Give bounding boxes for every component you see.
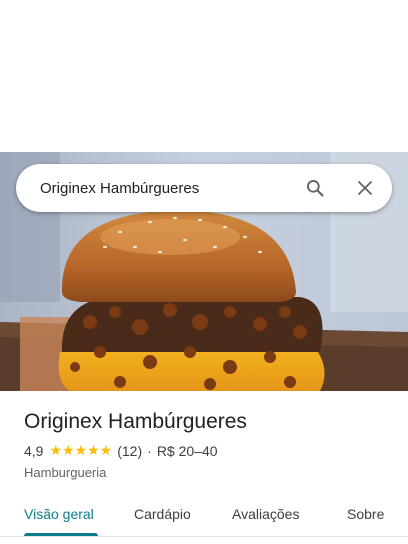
place-info: Originex Hambúrgueres 4,9 ★★★★★ (12) · R… (24, 408, 394, 480)
rating-row: 4,9 ★★★★★ (12) · R$ 20–40 (24, 442, 394, 459)
separator: · (147, 442, 152, 459)
place-name: Originex Hambúrgueres (24, 410, 247, 433)
tab-menu[interactable]: Cardápio (134, 506, 191, 522)
tabs-divider (0, 536, 408, 537)
search-bar[interactable]: Originex Hambúrgueres (16, 164, 392, 212)
tab-reviews[interactable]: Avaliações (232, 506, 299, 522)
place-tabs: Visão geral Cardápio Avaliações Sobre (0, 496, 408, 536)
search-icon[interactable] (303, 176, 327, 200)
place-category: Hamburgueria (24, 465, 107, 480)
blank-map-area (0, 0, 408, 152)
rating-stars: ★★★★★ (49, 442, 113, 458)
tab-overview[interactable]: Visão geral (24, 506, 94, 522)
price-range: R$ 20–40 (156, 442, 218, 459)
close-icon[interactable] (353, 176, 377, 200)
tab-about[interactable]: Sobre (347, 506, 384, 522)
rating-value: 4,9 (24, 442, 44, 459)
search-query[interactable]: Originex Hambúrgueres (40, 180, 303, 197)
review-count[interactable]: (12) (117, 443, 142, 459)
